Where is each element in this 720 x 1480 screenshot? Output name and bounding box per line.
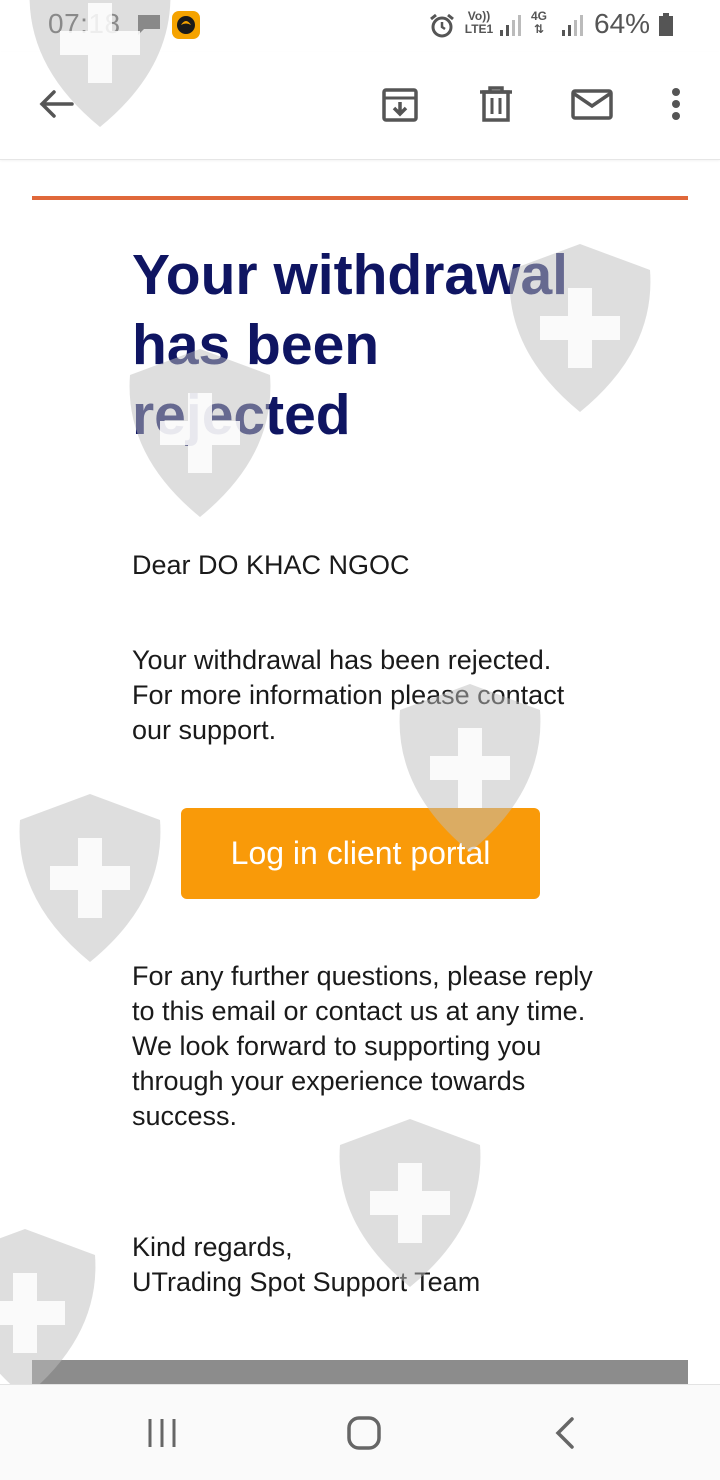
email-body-paragraph-2: For any further questions, please reply … (132, 959, 602, 1134)
email-headline: Your withdrawal has been rejected (132, 243, 568, 447)
delete-button[interactable] (472, 80, 520, 128)
trash-icon (480, 86, 512, 122)
email-toolbar (0, 52, 720, 160)
email-signoff: Kind regards, UTrading Spot Support Team (132, 1230, 602, 1300)
back-button[interactable] (30, 80, 82, 128)
archive-button[interactable] (376, 80, 424, 128)
battery-icon (659, 13, 673, 36)
recents-button[interactable] (136, 1409, 188, 1457)
message-icon (138, 15, 160, 35)
mark-unread-button[interactable] (566, 80, 618, 128)
volte-indicator: Vo)) LTE1 (464, 9, 494, 36)
system-back-button[interactable] (540, 1409, 592, 1457)
back-arrow-icon (39, 90, 74, 118)
more-options-button[interactable] (660, 80, 692, 128)
email-closing: Kind regards, (132, 1232, 293, 1262)
network-type-indicator: 4G ⇅ (530, 9, 547, 36)
home-icon (347, 1416, 381, 1450)
log-in-client-portal-button[interactable]: Log in client portal (181, 808, 540, 899)
back-icon (555, 1417, 574, 1449)
header-divider (32, 196, 688, 200)
recents-icon (148, 1419, 176, 1447)
email-greeting: Dear DO KHAC NGOC (132, 550, 410, 580)
email-signature: UTrading Spot Support Team (132, 1267, 481, 1297)
signal-icon-sim2 (562, 15, 583, 36)
email-body-paragraph: Your withdrawal has been rejected. For m… (132, 645, 565, 745)
battery-percent: 64% (594, 8, 651, 39)
alarm-icon (430, 13, 454, 38)
signal-icon (500, 15, 521, 36)
archive-icon (382, 88, 418, 122)
system-navigation-bar (0, 1384, 720, 1480)
status-bar: 07:18 Vo)) LTE1 4G ⇅ 64% (0, 0, 720, 52)
watermark-shield-icon (19, 794, 161, 962)
email-body-line: For any further questions, please reply … (132, 961, 593, 1026)
email-footer-band (32, 1360, 688, 1384)
status-time: 07:18 (48, 8, 121, 39)
mark-unread-icon (571, 89, 613, 120)
email-body-line: We look forward to supporting you throug… (132, 1031, 542, 1131)
app-notification-icon (172, 11, 200, 39)
more-vert-icon (672, 88, 680, 120)
home-button[interactable] (338, 1409, 390, 1457)
